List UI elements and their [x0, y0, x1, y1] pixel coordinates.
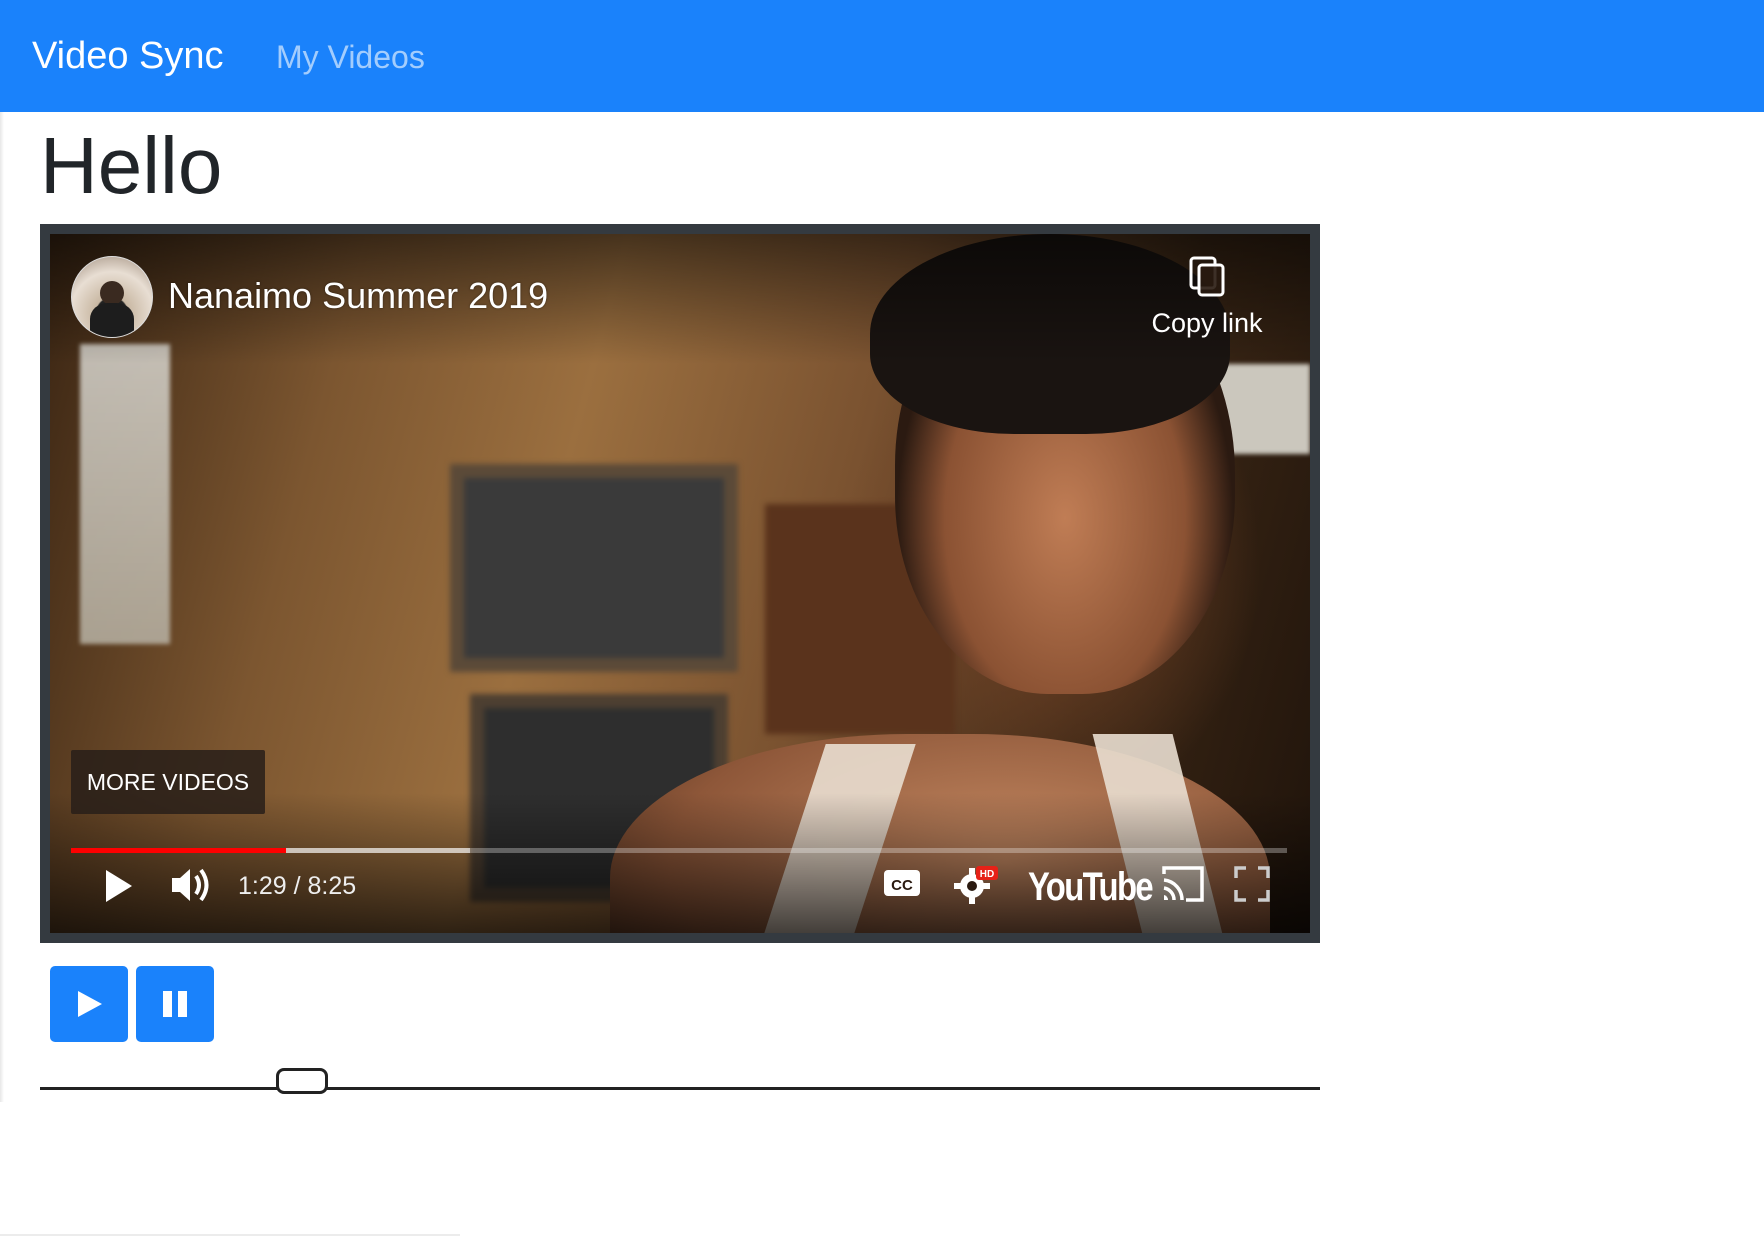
video-scene — [80, 344, 170, 644]
video-player[interactable]: Nanaimo Summer 2019 Copy link MORE VIDEO… — [40, 224, 1320, 943]
seek-slider-track — [40, 1087, 1320, 1090]
play-icon — [78, 991, 102, 1017]
page-edge-shadow — [0, 112, 4, 1102]
video-title[interactable]: Nanaimo Summer 2019 — [168, 274, 548, 318]
video-progress-bar[interactable] — [71, 848, 1287, 853]
seek-slider-thumb[interactable] — [276, 1068, 329, 1094]
play-icon — [106, 870, 132, 902]
navbar-brand[interactable]: Video Sync — [32, 30, 224, 82]
play-button[interactable] — [98, 864, 138, 908]
overlay-gradient — [50, 793, 1310, 933]
time-display: 1:29 / 8:25 — [238, 872, 357, 900]
youtube-logo[interactable]: YouTube — [1028, 864, 1154, 910]
volume-icon — [172, 868, 209, 902]
video-frame[interactable] — [50, 234, 1310, 933]
settings-button[interactable]: HD — [952, 862, 998, 906]
video-scene — [450, 464, 738, 672]
hd-badge: HD — [980, 869, 994, 880]
avatar-figure — [100, 281, 124, 305]
copy-link-label: Copy link — [1151, 308, 1263, 338]
page-title: Hello — [40, 121, 223, 210]
seek-slider[interactable] — [40, 1060, 1320, 1104]
copy-link-button[interactable]: Copy link — [1142, 254, 1272, 340]
more-videos-button[interactable]: MORE VIDEOS — [71, 750, 265, 814]
fullscreen-icon — [1234, 866, 1270, 902]
copy-icon — [1189, 256, 1225, 297]
volume-button[interactable] — [168, 862, 214, 908]
settings-icon: HD — [954, 866, 998, 904]
navbar: Video Sync My Videos — [0, 0, 1764, 112]
nav-link-my-videos[interactable]: My Videos — [276, 34, 425, 80]
pause-button[interactable] — [136, 966, 214, 1042]
pause-icon — [163, 991, 187, 1017]
cast-icon — [1162, 866, 1204, 902]
play-button[interactable] — [50, 966, 128, 1042]
cast-button[interactable] — [1160, 864, 1206, 904]
channel-avatar[interactable] — [71, 256, 153, 338]
captions-button[interactable]: CC — [882, 866, 922, 902]
captions-icon: CC — [884, 870, 920, 896]
progress-played — [71, 848, 287, 853]
avatar-figure — [90, 303, 134, 337]
captions-label: CC — [891, 877, 913, 894]
divider — [0, 1234, 460, 1236]
fullscreen-button[interactable] — [1234, 866, 1270, 902]
